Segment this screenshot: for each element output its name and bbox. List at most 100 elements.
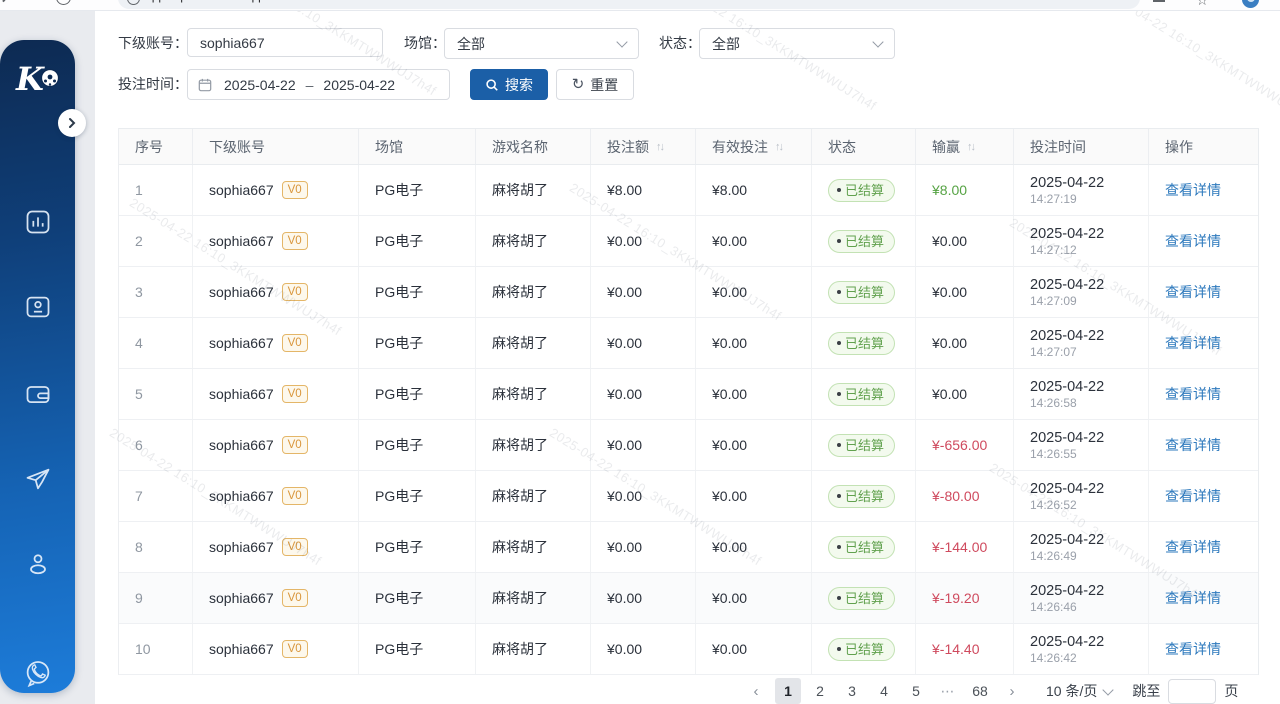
sidebar-expand-button[interactable] [58, 109, 86, 137]
page-ellipsis: ⋯ [935, 678, 961, 704]
sort-icon[interactable]: ↑↓ [775, 141, 782, 153]
venue-select[interactable]: 全部 [444, 28, 639, 59]
level-badge: V0 [282, 589, 308, 607]
status-badge: 已结算 [828, 485, 895, 508]
reload-icon[interactable] [56, 0, 71, 5]
status-text: 已结算 [845, 285, 884, 300]
row-date: 2025-04-22 [1030, 226, 1104, 242]
row-index: 10 [135, 641, 151, 657]
row-game: 麻将胡了 [492, 537, 548, 557]
venue-label: 场馆： [404, 28, 446, 59]
view-details-link[interactable]: 查看详情 [1165, 486, 1221, 506]
page-size-select[interactable]: 10 条/页 [1046, 681, 1112, 701]
column-header-2: 下级账号 [193, 129, 359, 164]
column-header-5[interactable]: 投注额 ↑↓ [591, 129, 696, 164]
status-dot-icon [837, 290, 841, 294]
row-winloss: ¥0.00 [932, 335, 967, 351]
status-dot-icon [837, 392, 841, 396]
view-details-link[interactable]: 查看详情 [1165, 588, 1221, 608]
sidebar-item-members[interactable] [0, 293, 75, 321]
row-account: sophia667 [209, 182, 274, 198]
status-badge: 已结算 [828, 383, 895, 406]
page-button-5[interactable]: 5 [903, 678, 929, 704]
sidebar-item-wallet[interactable] [0, 380, 75, 408]
page-button-1[interactable]: 1 [775, 678, 801, 704]
row-winloss: ¥-144.00 [932, 539, 987, 555]
site-info-icon[interactable] [127, 0, 140, 5]
view-details-link[interactable]: 查看详情 [1165, 180, 1221, 200]
row-winloss: ¥0.00 [932, 284, 967, 300]
column-header-label: 投注额 [607, 137, 649, 157]
table-row: 4 sophia667V0 PG电子 麻将胡了 ¥0.00 ¥0.00 已结算 … [119, 318, 1258, 369]
page-button-3[interactable]: 3 [839, 678, 865, 704]
profile-avatar[interactable] [1242, 0, 1259, 8]
row-venue: PG电子 [375, 384, 423, 404]
sidebar-item-profile[interactable] [0, 550, 75, 578]
search-button[interactable]: 搜索 [470, 69, 548, 100]
status-select[interactable]: 全部 [699, 28, 895, 59]
view-details-link[interactable]: 查看详情 [1165, 537, 1221, 557]
view-details-link[interactable]: 查看详情 [1165, 231, 1221, 251]
jump-unit: 页 [1224, 681, 1238, 701]
status-select-value: 全部 [712, 34, 740, 54]
status-text: 已结算 [845, 489, 884, 504]
page-button-4[interactable]: 4 [871, 678, 897, 704]
status-badge: 已结算 [828, 332, 895, 355]
row-account: sophia667 [209, 539, 274, 555]
search-icon [485, 78, 499, 92]
download-icon[interactable] [1152, 0, 1166, 5]
view-details-link[interactable]: 查看详情 [1165, 333, 1221, 353]
page-size-value: 10 条/页 [1046, 681, 1097, 701]
row-bet-amount: ¥0.00 [607, 335, 642, 351]
sidebar-item-contact[interactable] [0, 658, 75, 688]
sort-icon[interactable]: ↑↓ [967, 141, 974, 153]
jump-page-input[interactable] [1168, 679, 1216, 704]
row-game: 麻将胡了 [492, 333, 548, 353]
sidebar-item-reports[interactable] [0, 208, 75, 236]
bookmark-star-icon[interactable]: ☆ [1196, 0, 1209, 9]
account-input[interactable] [187, 28, 383, 57]
sidebar: K [0, 40, 75, 693]
reset-button[interactable]: ↻ 重置 [556, 69, 634, 100]
status-badge: 已结算 [828, 281, 895, 304]
table-row: 1 sophia667V0 PG电子 麻将胡了 ¥8.00 ¥8.00 已结算 … [119, 165, 1258, 216]
row-game: 麻将胡了 [492, 384, 548, 404]
row-date: 2025-04-22 [1030, 277, 1104, 293]
venue-select-value: 全部 [457, 34, 485, 54]
view-details-link[interactable]: 查看详情 [1165, 639, 1221, 659]
view-details-link[interactable]: 查看详情 [1165, 282, 1221, 302]
row-bet-amount: ¥0.00 [607, 386, 642, 402]
column-header-9: 投注时间 [1014, 129, 1149, 164]
row-time: 14:26:58 [1030, 396, 1077, 410]
view-details-link[interactable]: 查看详情 [1165, 384, 1221, 404]
row-account: sophia667 [209, 641, 274, 657]
level-badge: V0 [282, 436, 308, 454]
row-venue: PG电子 [375, 435, 423, 455]
status-badge: 已结算 [828, 587, 895, 610]
page-button-68[interactable]: 68 [967, 678, 993, 704]
row-winloss: ¥8.00 [932, 182, 967, 198]
column-header-6[interactable]: 有效投注↑↓ [696, 129, 812, 164]
column-header-label: 下级账号 [209, 137, 265, 157]
row-valid-bet: ¥0.00 [712, 641, 747, 657]
page-button-2[interactable]: 2 [807, 678, 833, 704]
nav-icon[interactable] [2, 0, 18, 9]
prev-page-button[interactable]: ‹ [743, 678, 769, 704]
address-bar[interactable]: qq60zp.com:5115/app/subordinate/bet [118, 0, 1140, 9]
paper-plane-icon [24, 465, 52, 493]
next-page-button[interactable]: › [999, 678, 1025, 704]
browser-topbar: qq60zp.com:5115/app/subordinate/bet ☆ [0, 0, 1280, 11]
status-dot-icon [837, 647, 841, 651]
status-dot-icon [837, 443, 841, 447]
date-start: 2025-04-22 [224, 77, 296, 93]
view-details-link[interactable]: 查看详情 [1165, 435, 1221, 455]
row-valid-bet: ¥0.00 [712, 590, 747, 606]
row-valid-bet: ¥0.00 [712, 233, 747, 249]
date-range-picker[interactable]: 2025-04-22 – 2025-04-22 [187, 69, 450, 100]
sort-icon[interactable]: ↑↓ [656, 141, 663, 153]
status-text: 已结算 [845, 540, 884, 555]
row-valid-bet: ¥0.00 [712, 335, 747, 351]
column-header-8[interactable]: 输赢↑↓ [916, 129, 1014, 164]
date-end: 2025-04-22 [323, 77, 395, 93]
sidebar-item-telegram[interactable] [0, 465, 75, 493]
